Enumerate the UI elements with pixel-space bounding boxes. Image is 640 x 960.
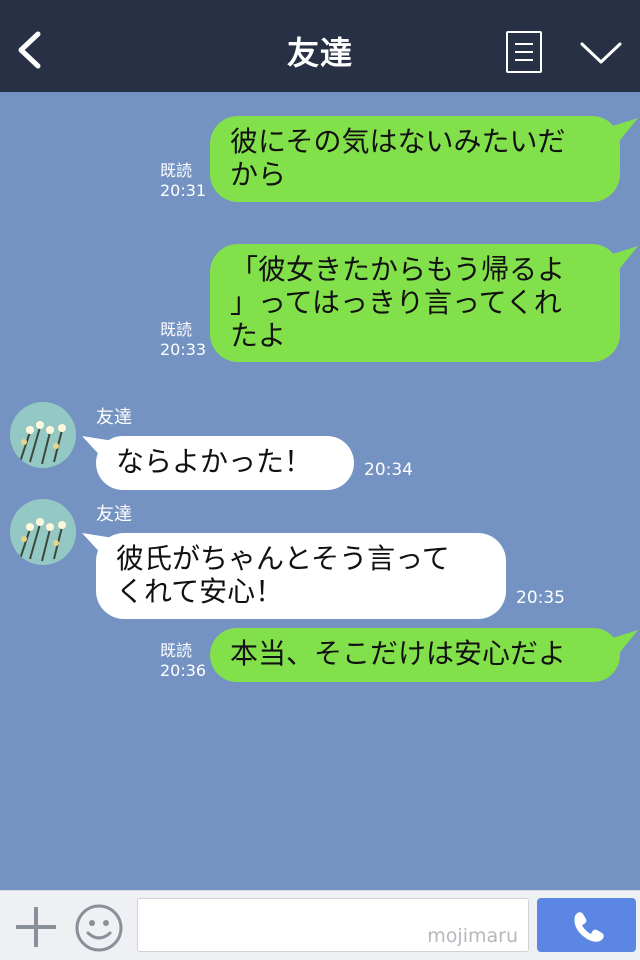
menu-button[interactable]: [506, 31, 542, 73]
read-receipt: 既読: [160, 161, 193, 180]
message-text-line: 「彼女きたからもう帰るよ: [230, 253, 566, 286]
message-time: 20:34: [364, 460, 413, 480]
message-time: 20:36: [160, 661, 207, 680]
read-receipt: 既読: [160, 320, 193, 339]
message-text-line: 本当、そこだけは安心だよ: [230, 637, 567, 670]
input-bar: mojimaru: [0, 890, 640, 960]
message-text-line: たよ: [230, 319, 287, 352]
message-text-line: ならよかった！: [116, 445, 313, 478]
add-attachment-button[interactable]: [14, 905, 58, 949]
message-bubble-mine[interactable]: 本当、そこだけは安心だよ: [210, 628, 620, 682]
message-time: 20:35: [516, 588, 565, 608]
message-bubble-mine[interactable]: 「彼女きたからもう帰るよ 」ってはっきり言ってくれ たよ: [210, 244, 620, 362]
sender-name: 友達: [96, 407, 132, 428]
avatar[interactable]: [10, 402, 76, 468]
plus-icon: [16, 907, 56, 947]
message-list[interactable]: 既読 20:31 彼にその気はないみたいだ から 既読 20:33 「彼女きたか…: [0, 92, 640, 890]
sender-name: 友達: [96, 504, 132, 525]
message-input[interactable]: mojimaru: [137, 898, 529, 952]
bubble-tail-icon: [600, 246, 638, 278]
message-text-line: 彼にその気はないみたいだ: [230, 125, 566, 158]
message-text-line: 彼氏がちゃんとそう言って: [116, 542, 450, 575]
message-text-line: くれて安心！: [116, 575, 284, 608]
message-bubble-friend[interactable]: ならよかった！: [96, 436, 354, 490]
call-button[interactable]: [537, 898, 636, 952]
chat-title: 友達: [286, 34, 353, 72]
bubble-tail-icon: [600, 630, 638, 662]
bubble-tail-icon: [600, 118, 638, 150]
message-bubble-friend[interactable]: 彼氏がちゃんとそう言って くれて安心！: [96, 533, 506, 619]
avatar-image-icon: [10, 402, 76, 468]
chat-header: 友達: [0, 0, 640, 92]
message-bubble-mine[interactable]: 彼にその気はないみたいだ から: [210, 116, 620, 202]
phone-icon: [574, 912, 604, 942]
avatar[interactable]: [10, 499, 76, 565]
message-time: 20:33: [160, 340, 207, 359]
chevron-down-button[interactable]: [578, 38, 624, 68]
emoji-button[interactable]: [74, 903, 124, 953]
emoji-icon: [75, 904, 123, 952]
watermark-text: mojimaru: [427, 925, 518, 947]
message-text-line: から: [230, 158, 287, 191]
message-text-line: 」ってはっきり言ってくれ: [230, 286, 562, 319]
message-time: 20:31: [160, 181, 207, 200]
avatar-image-icon: [10, 499, 76, 565]
read-receipt: 既読: [160, 641, 193, 660]
chevron-down-icon: [580, 42, 622, 64]
